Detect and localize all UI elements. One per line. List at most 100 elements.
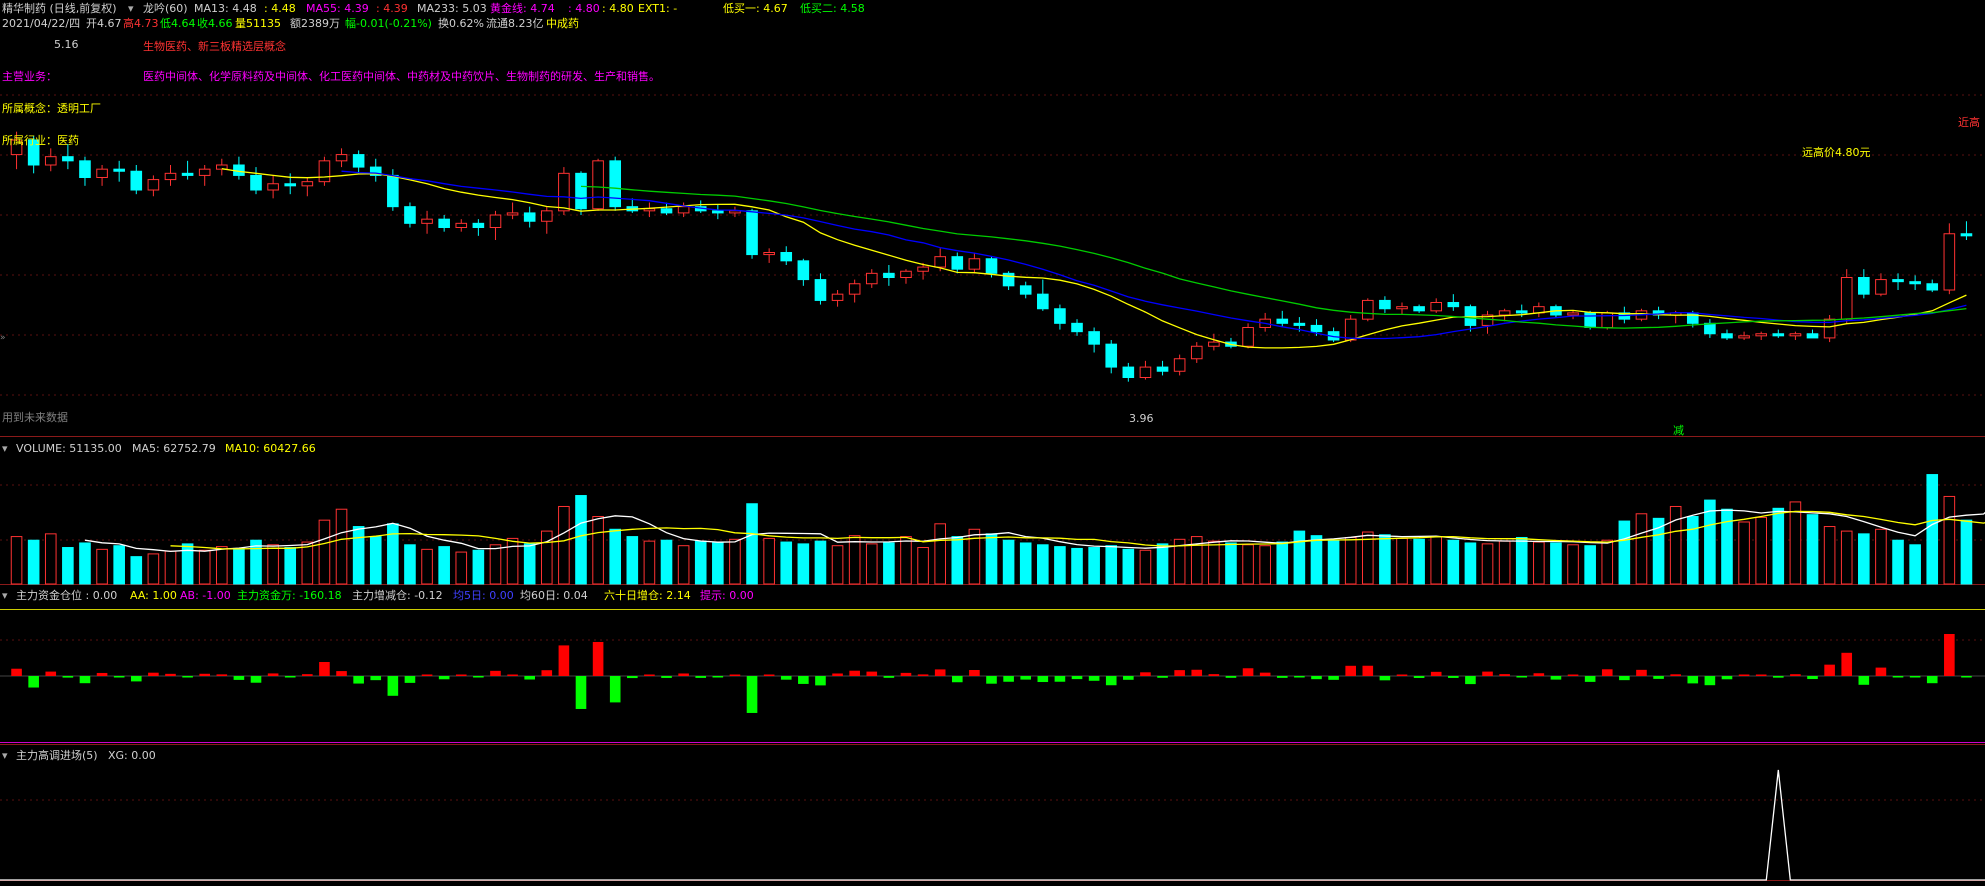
indicator-chevron-icon[interactable]: ▾ (128, 2, 134, 15)
fund-ma60: 均60日: 0.04 (520, 589, 588, 602)
volume-bar (1875, 528, 1887, 585)
volume-bar (27, 539, 40, 585)
candle (1276, 310, 1289, 328)
volume-bar (1054, 546, 1066, 585)
candle (1396, 302, 1408, 315)
candle-body (1071, 322, 1083, 333)
volume-bar (44, 533, 57, 585)
volume-bar (113, 545, 125, 585)
candle-body (147, 179, 160, 191)
fund-bar (1858, 676, 1870, 685)
volume-bar (814, 540, 827, 585)
candle (1037, 279, 1049, 311)
indicator-name[interactable]: 龙吟(60) (143, 1, 188, 15)
header-row: 精华制药 (日线,前复权) ▾ 龙吟(60) MA13: 4.48 : 4.48… (2, 1, 865, 15)
candle-body (1515, 310, 1528, 314)
volume-bar (968, 528, 981, 585)
candle-body (318, 160, 331, 183)
candle-body (96, 168, 108, 179)
volume-settings-icon[interactable]: ▾ (2, 442, 8, 455)
candle-body (1806, 333, 1819, 339)
candle-body (1037, 293, 1049, 310)
fund-hint: 提示: 0.00 (700, 589, 754, 602)
candle-body (472, 222, 485, 228)
candle-body (558, 172, 570, 212)
volume-bar (1139, 549, 1152, 585)
fund-bar (113, 676, 125, 678)
candle-body (934, 256, 946, 268)
candle-body (1173, 358, 1186, 372)
fund-bar (1961, 676, 1972, 678)
fund-bar (199, 673, 211, 676)
candle (250, 167, 262, 195)
volume-bar (1498, 540, 1511, 585)
volume-bar (147, 553, 160, 585)
candle (968, 252, 981, 274)
volume-bar (79, 542, 91, 585)
fund-bar (1088, 676, 1100, 681)
volume-bar (1772, 507, 1785, 585)
volume-bar (1430, 536, 1443, 585)
volume-bar (1755, 516, 1767, 585)
fund-bar (1824, 664, 1835, 676)
entry-line (0, 769, 1985, 881)
volume-bar (455, 551, 468, 585)
candle (694, 200, 707, 213)
entry-settings-icon[interactable]: ▾ (2, 749, 8, 762)
volume-bar (216, 546, 228, 585)
candle (1156, 360, 1169, 376)
candle (335, 148, 348, 168)
volume-bar (318, 519, 331, 585)
candle (1413, 304, 1425, 313)
candle-body (1447, 302, 1460, 308)
volume-bar (540, 530, 553, 585)
candle (523, 206, 536, 228)
candle-body (1789, 333, 1802, 337)
info-date: 2021/04/22/四 (2, 17, 80, 30)
volume-bar (1310, 535, 1323, 585)
candle (1122, 362, 1135, 382)
candle-body (130, 170, 143, 191)
candle (369, 158, 382, 182)
fund-bar (1003, 676, 1014, 682)
info-change: 幅-0.01(-0.21%) (345, 17, 432, 30)
volume-bar (1943, 495, 1956, 585)
fund-bar (507, 674, 518, 676)
candle-body (968, 258, 981, 270)
stock-title[interactable]: 精华制药 (日线,前复权) (2, 1, 117, 15)
volume-bar (1122, 548, 1135, 585)
stock-chart[interactable]: 精华制药 (日线,前复权) ▾ 龙吟(60) MA13: 4.48 : 4.48… (0, 0, 1985, 886)
candle (626, 198, 639, 213)
candle-body (387, 174, 399, 208)
volume-bar (1344, 536, 1357, 585)
candle-body (797, 260, 810, 281)
candle (79, 156, 91, 186)
candle-body (1875, 279, 1887, 295)
fund-bar (1448, 676, 1459, 678)
gold-line-label: 黄金线: 4.74 (490, 1, 555, 15)
fund-bar (558, 645, 570, 676)
candle-body (1242, 327, 1254, 347)
low-price-marker: 3.96 (1129, 412, 1154, 425)
volume-bar (1037, 544, 1049, 585)
fund-header: ▾ 主力资金仓位 : 0.00 AA: 1.00 AB: -1.00 主力资金万… (2, 588, 754, 602)
candle (421, 210, 433, 234)
volume-label: VOLUME: 51135.00 (16, 442, 122, 455)
volume-bar (1088, 547, 1100, 585)
candle (301, 177, 314, 197)
candle (1481, 310, 1494, 334)
volume-bar (1721, 508, 1733, 585)
fund-bar (233, 676, 245, 680)
volume-bar (780, 541, 793, 585)
volume-bar (1225, 542, 1237, 585)
fund-bar (1328, 676, 1339, 680)
fund-bar (1362, 665, 1374, 676)
fund-settings-icon[interactable]: ▾ (2, 589, 8, 602)
candle-body (198, 168, 211, 176)
fund-bar (1123, 676, 1134, 680)
fund-bar (1567, 674, 1579, 676)
candle (1721, 329, 1733, 340)
fund-bar (455, 674, 467, 676)
volume-bar (848, 535, 861, 585)
fund-bar (1875, 667, 1887, 676)
